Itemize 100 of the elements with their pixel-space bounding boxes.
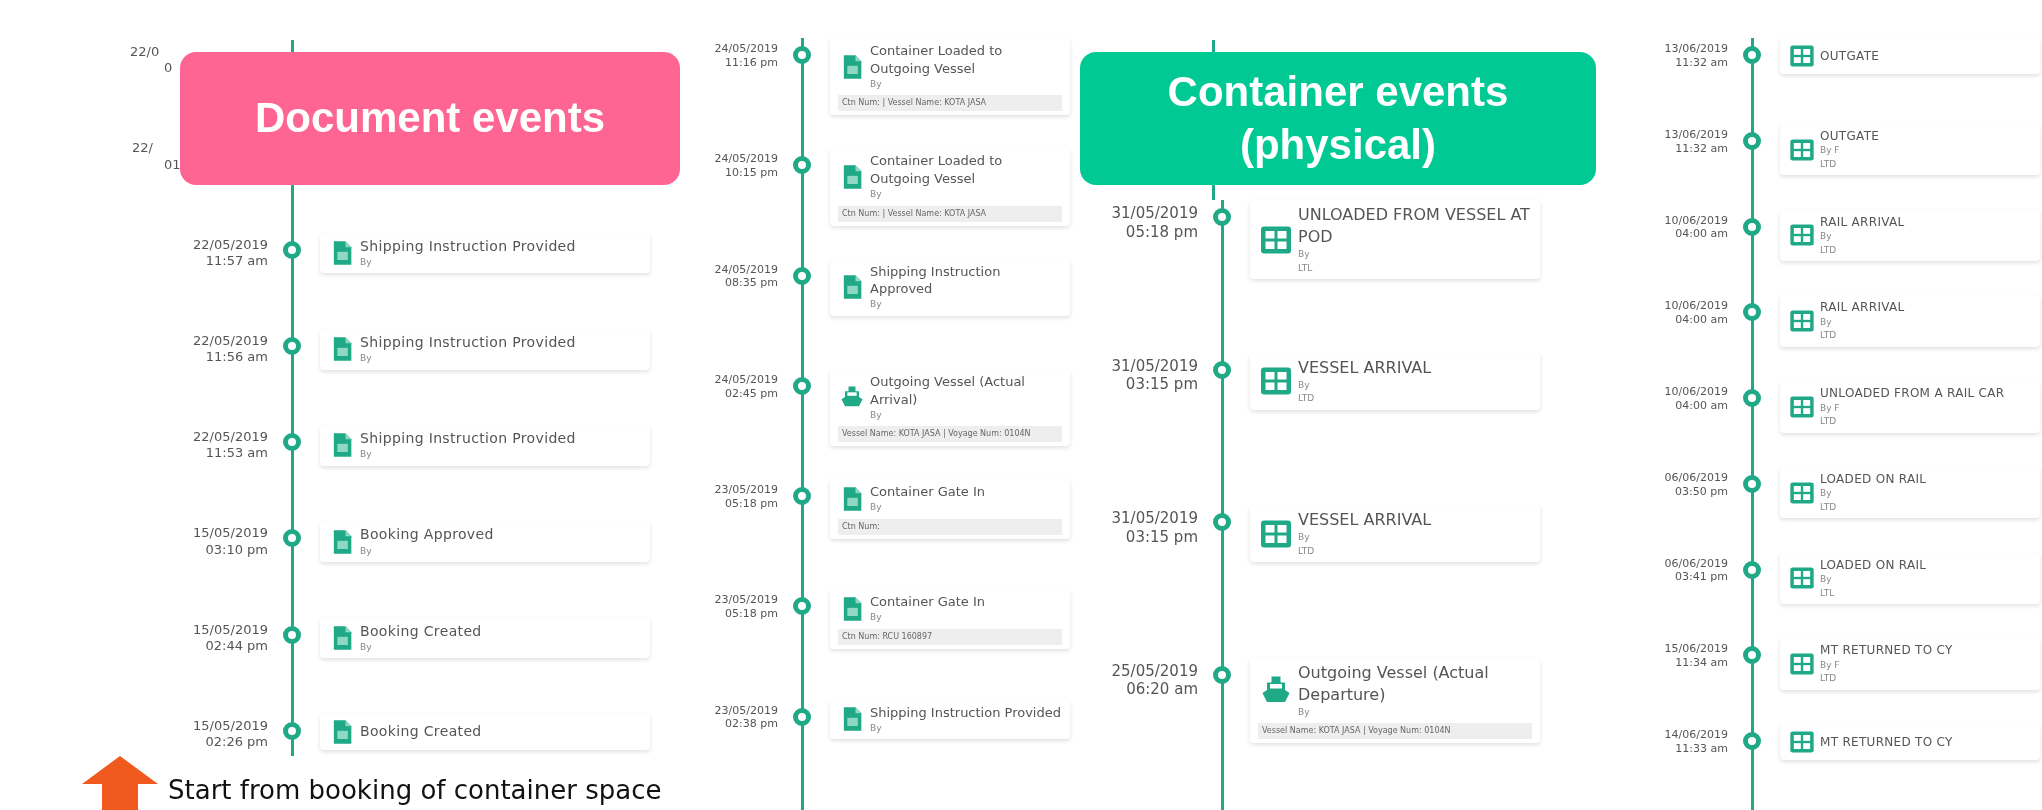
event-title: Container Gate In bbox=[870, 483, 985, 501]
event-time: 05:18 pm bbox=[725, 607, 778, 621]
event-author: By bbox=[1298, 378, 1311, 392]
event-company: LTD bbox=[1298, 544, 1316, 558]
event-date: 22/05/2019 bbox=[193, 429, 268, 446]
event-time: 05:18 pm bbox=[725, 496, 778, 511]
event-author: By bbox=[360, 448, 373, 462]
event-title: Shipping Instruction Provided bbox=[360, 236, 576, 256]
event-time: 04:00 am bbox=[1675, 227, 1728, 242]
event-date: 22/05/2019 bbox=[193, 332, 268, 349]
event-title: Shipping Instruction Provided bbox=[870, 703, 1061, 722]
event-time: 11:56 am bbox=[205, 349, 268, 366]
event-title: Container Loaded to Outgoing Vessel bbox=[870, 152, 1004, 189]
event-author: By bbox=[360, 640, 373, 654]
event-title: Container Gate In bbox=[870, 593, 985, 612]
event-author: By bbox=[870, 298, 883, 312]
event-company: LTD bbox=[1820, 157, 1838, 171]
event-author: By bbox=[870, 188, 883, 202]
event-company: LTD bbox=[1820, 415, 1838, 429]
event-author: By F bbox=[1820, 401, 1841, 415]
event-date: 15/06/2019 bbox=[1664, 642, 1728, 657]
event-date: 13/06/2019 bbox=[1664, 127, 1728, 142]
event-author: By bbox=[870, 408, 883, 422]
event-title: OUTGATE bbox=[1820, 127, 1880, 145]
event-time: 11:32 am bbox=[1675, 55, 1728, 70]
event-time: 06:20 am bbox=[1126, 680, 1198, 699]
event-title: MT RETURNED TO CY bbox=[1820, 734, 1953, 751]
event-company: LTD bbox=[1820, 243, 1838, 257]
event-author: By bbox=[360, 255, 373, 269]
event-title: Outgoing Vessel (Actual Arrival) bbox=[870, 372, 1026, 409]
event-author: By bbox=[870, 721, 883, 735]
event-author: By bbox=[1298, 531, 1311, 544]
event-title: UNLOADED FROM A RAIL CAR bbox=[1820, 385, 2005, 402]
event-date: 31/05/2019 bbox=[1111, 356, 1198, 376]
event-title: MT RETURNED TO CY bbox=[1820, 642, 1953, 659]
event-date: 15/05/2019 bbox=[193, 717, 268, 734]
event-date: 22/0 bbox=[130, 44, 160, 61]
event-title: Booking Created bbox=[360, 722, 482, 742]
event-details: Vessel Name: KOTA JASA | Voyage Num: 0104N bbox=[1258, 723, 1532, 739]
event-time: 05:18 pm bbox=[1125, 222, 1198, 242]
event-date: 10/06/2019 bbox=[1664, 385, 1728, 399]
event-author: By bbox=[360, 352, 373, 365]
event-details: Ctn Num: | Vessel Name: KOTA JASA bbox=[838, 205, 1062, 222]
event-title: Container Loaded to Outgoing Vessel bbox=[870, 42, 1004, 78]
event-author: By bbox=[1298, 705, 1311, 719]
event-date: 13/06/2019 bbox=[1664, 42, 1728, 56]
event-company: LTL bbox=[1820, 586, 1836, 600]
event-title: VESSEL ARRIVAL bbox=[1298, 509, 1432, 531]
event-time: 02:38 pm bbox=[725, 717, 778, 732]
event-time: 02:26 pm bbox=[205, 734, 268, 751]
event-author: By bbox=[870, 77, 883, 91]
event-company: LTD bbox=[1820, 329, 1838, 343]
event-details: Ctn Num: RCU 160897 bbox=[838, 628, 1062, 645]
event-date: 14/06/2019 bbox=[1664, 728, 1728, 742]
event-date: 06/06/2019 bbox=[1664, 470, 1728, 485]
up-arrow-icon bbox=[80, 756, 160, 810]
event-time: 11:53 am bbox=[205, 445, 268, 462]
event-time: 11:34 am bbox=[1675, 656, 1728, 670]
event-title: RAIL ARRIVAL bbox=[1820, 213, 1905, 231]
event-time: 11:16 pm bbox=[725, 55, 778, 70]
event-title: RAIL ARRIVAL bbox=[1820, 299, 1905, 316]
event-date: 23/05/2019 bbox=[714, 483, 778, 497]
event-time: 11:33 am bbox=[1675, 742, 1728, 756]
event-date: 15/05/2019 bbox=[193, 525, 268, 542]
event-time: 03:41 pm bbox=[1675, 570, 1728, 585]
event-time: 11:57 am bbox=[205, 252, 268, 269]
event-date: 10/06/2019 bbox=[1664, 299, 1728, 314]
event-time: 01 bbox=[164, 156, 181, 173]
event-date: 24/05/2019 bbox=[714, 262, 778, 277]
event-time: 11:32 am bbox=[1675, 141, 1728, 156]
event-company: LTD bbox=[1820, 500, 1838, 514]
event-author: By bbox=[1820, 230, 1833, 244]
event-author: By F bbox=[1820, 658, 1841, 672]
event-date: 23/05/2019 bbox=[714, 593, 778, 608]
event-date: 23/05/2019 bbox=[714, 703, 778, 718]
event-title: UNLOADED FROM VESSEL AT POD bbox=[1298, 204, 1531, 248]
event-date: 15/05/2019 bbox=[193, 621, 268, 638]
event-time: 03:50 pm bbox=[1675, 484, 1728, 499]
event-date: 22/05/2019 bbox=[193, 236, 268, 253]
event-time: 04:00 am bbox=[1675, 313, 1728, 327]
event-author: By bbox=[870, 501, 883, 514]
event-time: 0 bbox=[164, 60, 173, 77]
event-time: 03:15 pm bbox=[1125, 375, 1198, 394]
event-date: 06/06/2019 bbox=[1664, 556, 1728, 571]
event-time: 08:35 pm bbox=[725, 276, 778, 291]
event-date: 24/05/2019 bbox=[714, 372, 778, 387]
event-time: 03:10 pm bbox=[205, 541, 268, 558]
event-author: By bbox=[1820, 487, 1833, 501]
event-details: Ctn Num: | Vessel Name: KOTA JASA bbox=[838, 95, 1062, 112]
event-title: Shipping Instruction Provided bbox=[360, 429, 576, 448]
event-title: Booking Created bbox=[360, 621, 482, 641]
event-company: LTD bbox=[1298, 392, 1316, 405]
event-date: 24/05/2019 bbox=[714, 152, 778, 167]
event-company: LTL bbox=[1298, 261, 1314, 275]
event-title: LOADED ON RAIL bbox=[1820, 556, 1927, 574]
event-title: OUTGATE bbox=[1820, 47, 1880, 65]
event-time: 03:15 pm bbox=[1125, 527, 1198, 547]
event-title: Shipping Instruction Provided bbox=[360, 332, 576, 352]
event-author: By bbox=[1820, 315, 1833, 329]
event-author: By bbox=[1298, 248, 1311, 261]
